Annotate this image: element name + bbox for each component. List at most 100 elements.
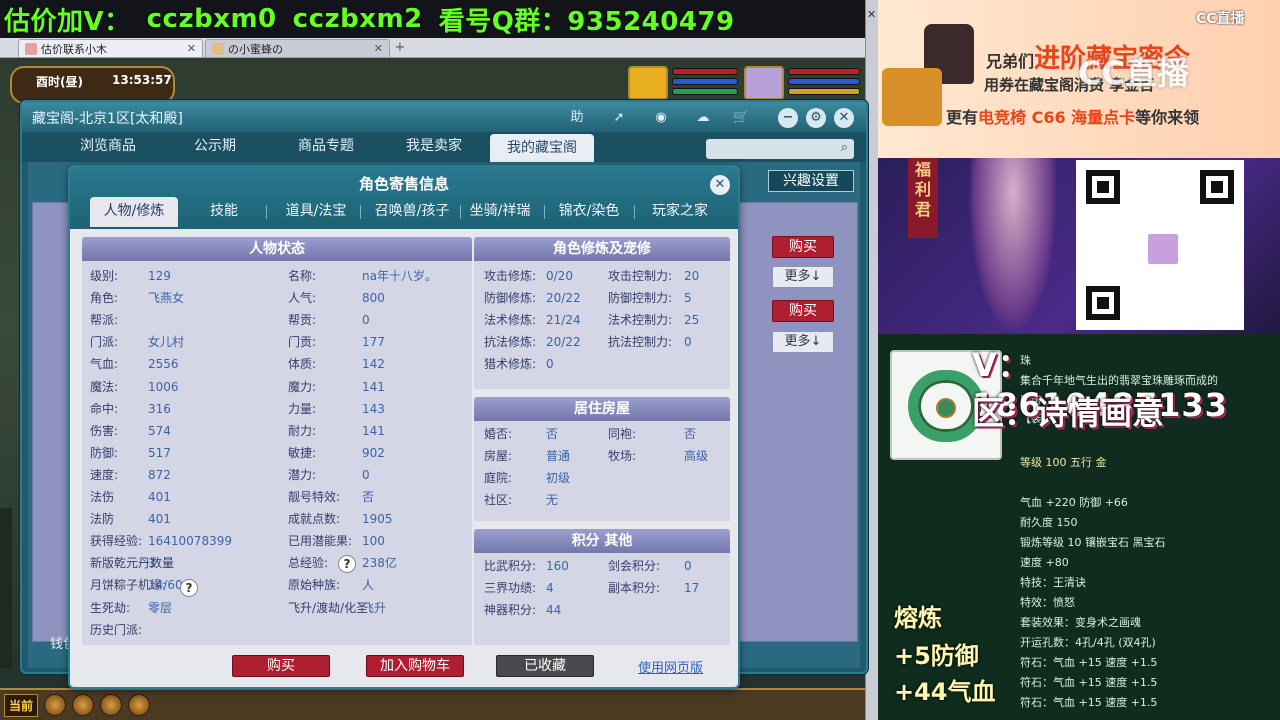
stat-label: 魔力: xyxy=(288,379,317,394)
stat-value: 0 xyxy=(362,467,370,482)
chat-icon[interactable]: ☁ xyxy=(692,108,714,128)
add-to-cart-button[interactable]: 加入购物车 xyxy=(366,655,464,677)
stat-row: 已用潜能果: 100 xyxy=(288,530,385,552)
nav-topics[interactable]: 商品专题 xyxy=(276,132,376,162)
stat-value: 否 xyxy=(684,427,697,441)
stat-value: 401 xyxy=(148,512,171,527)
stat-row: 潜力: 0 xyxy=(288,464,370,486)
list-more-button-1[interactable]: 更多↓ xyxy=(772,266,834,288)
bottom-slot-icon[interactable] xyxy=(72,694,95,716)
help-question-icon[interactable]: ? xyxy=(180,579,198,597)
dialog-buy-button[interactable]: 购买 xyxy=(232,655,330,677)
tab-close-icon[interactable]: ✕ xyxy=(374,42,383,55)
minimize-icon[interactable]: − xyxy=(778,108,798,128)
use-web-version-link[interactable]: 使用网页版 xyxy=(638,657,703,676)
stat-value: 0 xyxy=(684,335,692,349)
bottom-slot-icon[interactable] xyxy=(44,694,67,716)
tab-items[interactable]: 道具/法宝 xyxy=(274,197,358,225)
interest-settings-button[interactable]: 兴趣设置 xyxy=(768,170,854,192)
window-close-icon[interactable]: ✕ xyxy=(867,8,876,21)
tab-close-icon[interactable]: ✕ xyxy=(187,42,196,55)
stat-row: 月饼粽子机缘:14/60 xyxy=(90,574,183,596)
nav-browse[interactable]: 浏览商品 xyxy=(58,132,158,162)
close-icon[interactable]: ✕ xyxy=(834,108,854,128)
stat-label: 神器积分: xyxy=(484,603,537,617)
cbg-search-input[interactable]: ⌕ xyxy=(706,139,854,159)
stat-label: 帮派: xyxy=(90,313,119,328)
stat-row: 法防 401 xyxy=(90,508,171,530)
channel-current[interactable]: 当前 xyxy=(4,693,39,717)
qr-finder-icon xyxy=(1086,286,1120,320)
stat-value: 401 xyxy=(148,490,171,504)
tab-mounts[interactable]: 坐骑/祥瑞 xyxy=(462,197,538,225)
tab-favicon-icon xyxy=(25,42,37,55)
record-icon[interactable]: ◉ xyxy=(650,108,672,128)
stat-label: 耐力: xyxy=(288,423,317,438)
stat-label: 新版乾元丹数量 xyxy=(90,556,175,571)
server-area-overlay: 区：诗情画意 xyxy=(972,394,1165,432)
player-portrait[interactable] xyxy=(744,66,784,100)
stat-value: 4 xyxy=(546,581,554,595)
item-stat-line: 速度 +80 xyxy=(1020,556,1069,569)
stat-label: 已用潜能果: xyxy=(288,534,353,549)
stat-label: 社区: xyxy=(484,493,513,507)
browser-tab-2[interactable]: の小蜜蜂の ✕ xyxy=(205,39,390,57)
pet-exp-bar xyxy=(672,88,738,95)
tab-character[interactable]: 人物/修炼 xyxy=(90,197,178,227)
stat-label: 命中: xyxy=(90,401,119,416)
search-icon[interactable]: ⌕ xyxy=(841,140,848,155)
tab-home[interactable]: 玩家之家 xyxy=(640,197,720,225)
stat-row: 防御: 517 xyxy=(90,442,171,464)
refine-title: 熔炼 xyxy=(894,604,942,632)
nav-notice[interactable]: 公示期 xyxy=(170,132,260,162)
stat-value: 普通 xyxy=(546,449,571,463)
stat-label: 获得经验: xyxy=(90,534,143,549)
settings-icon[interactable]: ⚙ xyxy=(806,108,826,128)
player-hp-bar xyxy=(788,68,860,75)
nav-seller[interactable]: 我是卖家 xyxy=(384,132,484,162)
stat-label: 伤害: xyxy=(90,423,119,438)
nav-my-pavilion[interactable]: 我的藏宝阁 xyxy=(490,134,594,162)
pet-portrait[interactable] xyxy=(628,66,668,100)
bottom-slot-icon[interactable] xyxy=(128,694,151,716)
tab-skills[interactable]: 技能 xyxy=(188,197,260,225)
dialog-close-icon[interactable]: ✕ xyxy=(710,175,730,195)
stat-value: 517 xyxy=(148,445,171,460)
list-buy-button-1[interactable]: 购买 xyxy=(772,236,834,258)
stat-value: 0/20 xyxy=(546,269,573,283)
stat-value: 21/24 xyxy=(546,313,581,327)
house-section-header: 居住房屋 xyxy=(474,397,730,421)
item-stat-line: 符石：气血 +15 速度 +1.5 xyxy=(1020,656,1158,669)
stat-row: 体质: 142 xyxy=(288,353,385,375)
stat-label: 防御修炼: xyxy=(484,291,537,305)
stat-row: 比武积分: 160 剑会积分: 0 xyxy=(484,555,728,577)
stat-label: 人气: xyxy=(288,291,317,306)
stat-label: 牧场: xyxy=(608,449,637,463)
stat-value: 141 xyxy=(362,379,385,394)
gem-icon xyxy=(936,398,956,418)
list-buy-button-2[interactable]: 购买 xyxy=(772,300,834,322)
tab-wardrobe[interactable]: 锦衣/染色 xyxy=(550,197,628,225)
tab-pets[interactable]: 召唤兽/孩子 xyxy=(364,197,460,225)
stat-value: 177 xyxy=(362,335,385,350)
stat-value: 高级 xyxy=(684,449,709,463)
stat-row: 防御修炼: 20/22 防御控制力: 5 xyxy=(484,287,728,309)
favorited-button[interactable]: 已收藏 xyxy=(496,655,594,677)
new-tab-plus-icon[interactable]: + xyxy=(392,40,408,56)
stat-label: 速度: xyxy=(90,467,119,482)
item-stat-line: 气血 +220 防御 +66 xyxy=(1020,496,1128,509)
cart-icon[interactable]: 🛒 xyxy=(730,108,752,128)
browser-tab-1[interactable]: 估价联系小木 ✕ xyxy=(18,39,203,57)
stat-label: 飞升/渡劫/化圣: xyxy=(288,600,373,615)
stat-label: 角色: xyxy=(90,291,119,306)
tab-divider xyxy=(544,205,545,219)
help-question-icon[interactable]: ? xyxy=(338,555,356,573)
list-more-button-2[interactable]: 更多↓ xyxy=(772,331,834,353)
stat-row: 名称: na年十八岁。 xyxy=(288,265,437,287)
stat-row: 速度: 872 xyxy=(90,464,171,486)
share-icon[interactable]: ➚ xyxy=(608,108,630,128)
stat-label: 婚否: xyxy=(484,427,513,441)
stat-value: 44 xyxy=(546,603,562,617)
bottom-slot-icon[interactable] xyxy=(100,694,123,716)
help-button[interactable]: 助 xyxy=(566,108,588,128)
